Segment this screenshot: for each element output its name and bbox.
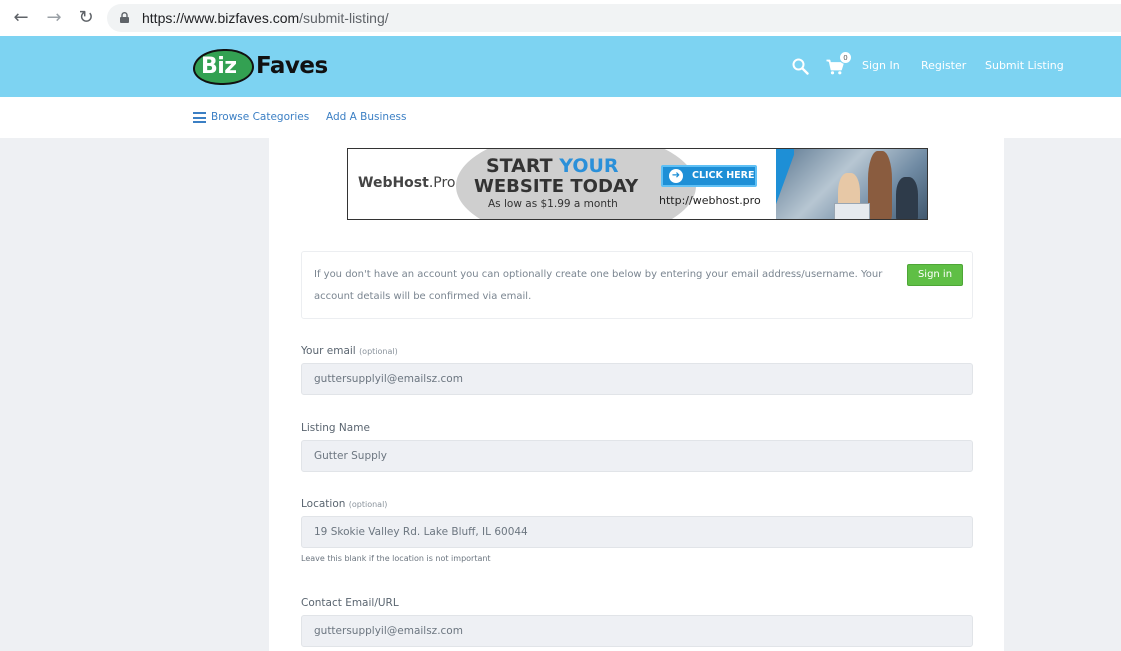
header-register-link[interactable]: Register	[921, 59, 966, 72]
ad-headline-start: START	[486, 155, 560, 177]
logo-biz-badge: Biz	[193, 49, 254, 85]
reload-icon[interactable]: ↻	[76, 8, 96, 28]
search-icon[interactable]	[792, 58, 809, 75]
account-info-box: If you don't have an account you can opt…	[301, 251, 973, 319]
add-a-business-link[interactable]: Add A Business	[326, 111, 407, 123]
email-field-label: Your email (optional)	[301, 345, 398, 357]
listing-name-field[interactable]: Gutter Supply	[301, 440, 973, 472]
ad-logo-main: WebHost	[358, 175, 429, 191]
ad-cta-label: CLICK HERE	[692, 170, 755, 181]
account-info-text: If you don't have an account you can opt…	[314, 269, 883, 302]
ad-logo: WebHost.Pro	[358, 175, 456, 191]
email-optional-tag: (optional)	[359, 347, 398, 356]
lock-icon	[120, 12, 129, 23]
webhost-ad-banner[interactable]: WebHost.Pro START YOUR WEBSITE TODAY As …	[347, 148, 928, 220]
url-path: /submit-listing/	[299, 10, 389, 26]
hamburger-menu-icon[interactable]	[193, 112, 206, 123]
url-host: https://www.bizfaves.com	[142, 10, 300, 26]
ad-url-text: http://webhost.pro	[659, 194, 761, 207]
ad-click-here-button[interactable]: ➜ CLICK HERE	[661, 165, 757, 187]
location-field[interactable]: 19 Skokie Valley Rd. Lake Bluff, IL 6004…	[301, 516, 973, 548]
back-arrow-icon[interactable]: ←	[11, 8, 31, 28]
logo-faves-text: Faves	[256, 53, 328, 79]
logo-biz-text: Biz	[201, 54, 237, 79]
ad-blue-stripe	[776, 149, 794, 219]
ad-person-figure	[896, 177, 918, 219]
sub-navigation: Browse Categories Add A Business	[0, 97, 1121, 138]
location-label-text: Location	[301, 498, 346, 510]
contact-field-label: Contact Email/URL	[301, 597, 399, 609]
header-sign-in-link[interactable]: Sign In	[862, 59, 900, 72]
ad-price-text: As low as $1.99 a month	[488, 198, 618, 210]
header-submit-listing-link[interactable]: Submit Listing	[985, 59, 1064, 72]
bizfaves-logo[interactable]: Biz Faves	[193, 49, 343, 85]
listing-name-label: Listing Name	[301, 422, 370, 434]
address-bar[interactable]: https://www.bizfaves.com/submit-listing/	[107, 4, 1121, 32]
ad-laptop-figure	[834, 203, 870, 219]
ad-headline-line2: WEBSITE TODAY	[474, 176, 639, 197]
email-label-text: Your email	[301, 345, 356, 357]
location-field-label: Location (optional)	[301, 498, 387, 510]
browse-categories-link[interactable]: Browse Categories	[211, 111, 309, 123]
sign-in-button[interactable]: Sign in	[907, 264, 963, 286]
forward-arrow-icon[interactable]: →	[44, 8, 64, 28]
ad-headline-line1: START YOUR	[486, 155, 619, 177]
site-header: Biz Faves 0 Sign In Register Submit List…	[0, 36, 1121, 97]
location-optional-tag: (optional)	[348, 500, 388, 509]
contact-email-url-field[interactable]: guttersupplyil@emailsz.com	[301, 615, 973, 647]
url-text: https://www.bizfaves.com/submit-listing/	[142, 10, 389, 26]
ad-headline-your: YOUR	[559, 155, 619, 177]
ad-logo-suffix: .Pro	[428, 175, 456, 191]
location-hint-text: Leave this blank if the location is not …	[301, 554, 491, 563]
arrow-right-icon: ➜	[669, 169, 683, 183]
email-field[interactable]: guttersupplyil@emailsz.com	[301, 363, 973, 395]
browser-toolbar: ← → ↻ https://www.bizfaves.com/submit-li…	[0, 0, 1121, 36]
cart-count-badge: 0	[839, 51, 852, 64]
ad-person-figure	[868, 151, 892, 219]
